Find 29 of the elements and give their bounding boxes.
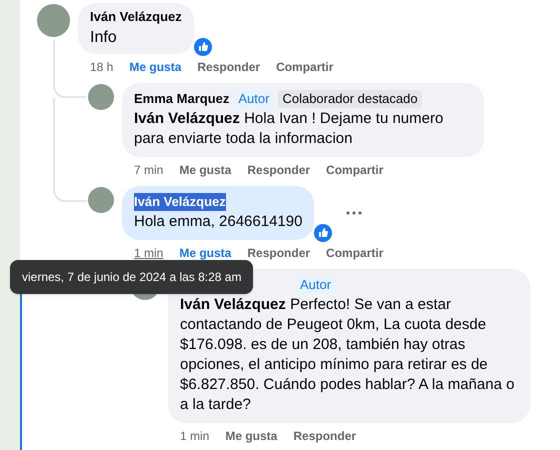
like-button[interactable]: Me gusta — [225, 428, 278, 444]
share-button[interactable]: Compartir — [326, 245, 384, 261]
contributor-badge: Colaborador destacado — [278, 90, 422, 108]
author-name[interactable]: Emma Marquez — [134, 90, 230, 108]
reply-button[interactable]: Responder — [247, 162, 310, 178]
date-tooltip: viernes, 7 de junio de 2024 a las 8:28 am — [10, 260, 254, 294]
timestamp-link[interactable]: 1 min — [134, 245, 164, 261]
comment-text: Iván Velázquez Hola Ivan ! Dejame tu numero para enviarte toda la informacion — [134, 109, 444, 149]
reply-button[interactable]: Responder — [247, 245, 310, 261]
author-badge: Autor — [234, 90, 274, 108]
reply-button[interactable]: Responder — [293, 428, 356, 444]
like-button[interactable]: Me gusta — [179, 245, 232, 261]
comment-text: Hola emma, 2646614190 — [134, 212, 302, 232]
like-button[interactable]: Me gusta — [129, 59, 182, 75]
timestamp-link[interactable]: 7 min — [134, 162, 164, 178]
timestamp-link[interactable]: 18 h — [90, 59, 114, 75]
avatar[interactable] — [37, 4, 70, 37]
avatar[interactable] — [88, 187, 114, 213]
reply-button[interactable]: Responder — [197, 59, 260, 75]
timestamp-link[interactable]: 1 min — [180, 428, 210, 444]
author-badge: Autor — [296, 276, 336, 294]
avatar[interactable] — [88, 84, 114, 110]
share-button[interactable]: Compartir — [276, 59, 334, 75]
comment-text: Iván Velázquez Perfecto! Se van a estar contactando de Peugeot 0km, La cuota desde $176.098. es de un 208, también hay otras opciones, el anticipo mínimo para retirar es de $6.827.850. Cuándo podes hablar? A la mañana o a la tarde? — [180, 295, 516, 415]
like-button[interactable]: Me gusta — [179, 162, 232, 178]
author-name[interactable]: Iván Velázquez — [90, 8, 182, 26]
comment-text: Info — [90, 28, 118, 48]
share-button[interactable]: Compartir — [326, 162, 384, 178]
author-name[interactable]: Iván Velázquez — [134, 193, 226, 211]
